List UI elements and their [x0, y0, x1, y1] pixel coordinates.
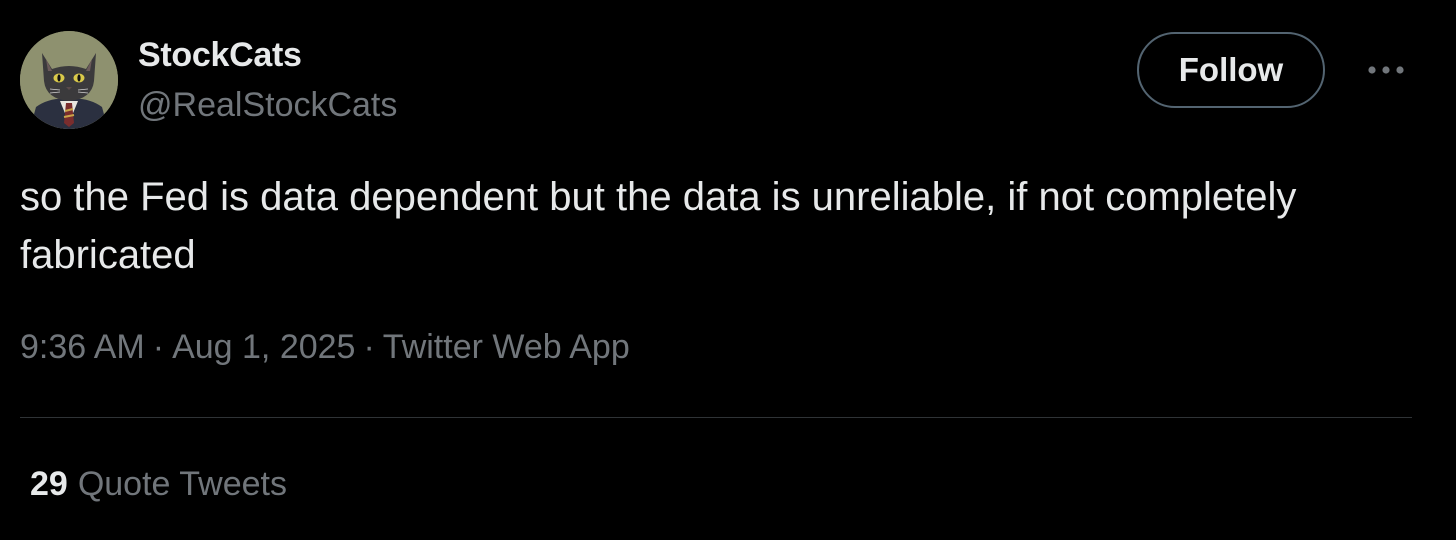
- tweet-card: StockCats @RealStockCats Follow so the F…: [0, 0, 1456, 540]
- tweet-time[interactable]: 9:36 AM: [20, 328, 145, 366]
- tweet-text: so the Fed is data dependent but the dat…: [20, 175, 1297, 277]
- divider: [20, 417, 1412, 418]
- separator-dot: ·: [152, 328, 165, 366]
- author-display-name[interactable]: StockCats: [138, 36, 302, 75]
- author-handle[interactable]: @RealStockCats: [138, 86, 397, 125]
- separator-dot: ·: [363, 328, 375, 366]
- follow-button[interactable]: Follow: [1137, 32, 1325, 108]
- cat-avatar-icon: [20, 31, 118, 129]
- avatar[interactable]: [20, 31, 118, 129]
- quote-label: Quote Tweets: [77, 465, 287, 503]
- tweet-date[interactable]: Aug 1, 2025: [172, 328, 355, 366]
- more-options-button[interactable]: [1364, 50, 1408, 90]
- quote-tweets-link[interactable]: 29 Quote Tweets: [30, 465, 287, 504]
- more-horizontal-icon: [1368, 66, 1404, 74]
- quote-count: 29: [30, 465, 68, 503]
- tweet-source[interactable]: Twitter Web App: [383, 328, 630, 366]
- tweet-metadata: 9:36 AM · Aug 1, 2025 · Twitter Web App: [20, 328, 630, 367]
